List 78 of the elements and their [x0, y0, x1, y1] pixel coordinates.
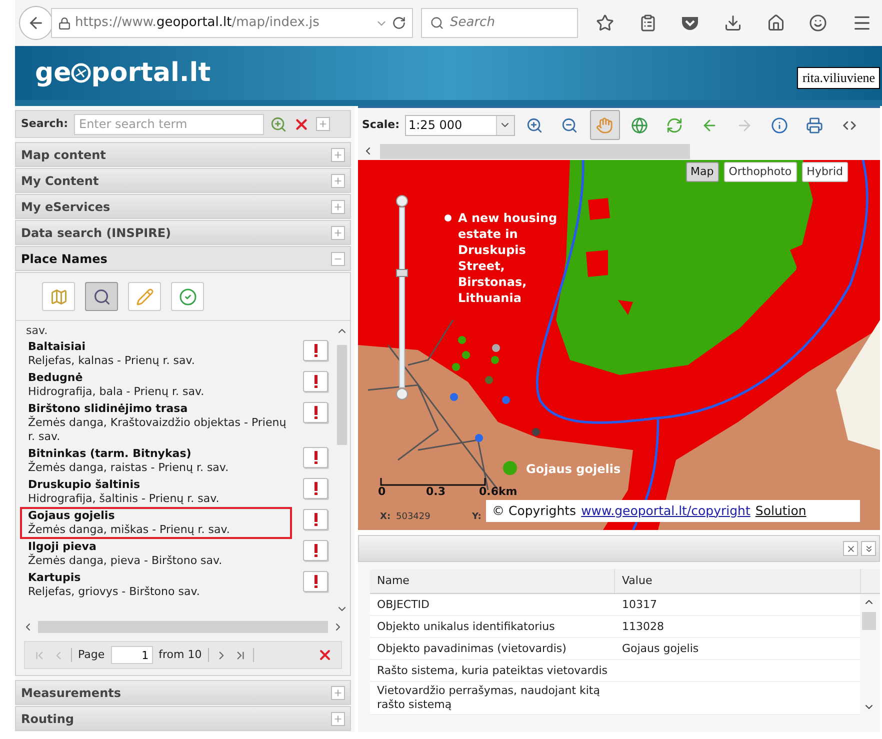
place-name: Birštono slidinėjimo trasa — [28, 402, 189, 416]
place-item[interactable]: Bedugnė Hidrografija, bala - Prienų r. sav. — [20, 369, 292, 401]
place-description: Žemės danga, Kraštovaizdžio objektas - Prienų r. sav. — [28, 416, 288, 444]
search-placeholder: Search — [450, 14, 495, 32]
table-cell-text: 113028 — [621, 620, 665, 634]
search-label: Search: — [21, 116, 68, 132]
place-description: Reljefas, kalnas - Prienų r. sav. — [28, 354, 196, 368]
map-type-tab[interactable]: Orthophoto — [724, 162, 797, 182]
logo-text: ge — [35, 56, 72, 90]
accordion-header[interactable]: Data search (INSPIRE) — [15, 220, 351, 245]
scale-bar-label: 0.6km — [479, 484, 518, 500]
user-name[interactable]: rita.viliuviene — [797, 67, 880, 89]
page-input[interactable]: 1 — [110, 646, 153, 664]
place-name: Ilgoji pieva — [28, 540, 98, 554]
map-annotation: A new housing estate in Druskupis Street, Birstonas, Lithuania — [458, 210, 558, 306]
place-name: Kartupis — [28, 571, 82, 585]
coordinate-label: X: — [380, 511, 391, 524]
section-title: Routing — [21, 710, 74, 728]
section-title: Place Names — [21, 250, 108, 268]
table-cell-text: Gojaus gojelis — [621, 642, 700, 656]
logo-text: portal.lt — [91, 56, 211, 90]
copyright-link[interactable]: www.geoportal.lt/copyright — [581, 502, 750, 520]
scale-select[interactable]: 1:25 000 — [404, 114, 514, 136]
solution-link[interactable]: Solution — [755, 502, 806, 520]
search-field[interactable]: Search — [421, 8, 578, 38]
section-title: Data search (INSPIRE) — [21, 224, 172, 242]
coordinate-label: Y: — [472, 511, 482, 524]
accordion-header[interactable]: Routing — [15, 706, 351, 731]
search-input[interactable]: Enter search term — [74, 114, 264, 134]
url-text: https://www.geoportal.lt/map/index.js — [75, 14, 320, 32]
place-description: Žemės danga, raistas - Prienų r. sav. — [28, 461, 230, 475]
table-cell-text: Objekto unikalus identifikatorius — [376, 620, 556, 634]
table-cell-text: Vietovardžio perrašymas, naudojant kitą rašto sistemą — [376, 684, 601, 712]
place-item[interactable]: Kartupis Reljefas, griovys - Birštono sav. — [20, 569, 292, 601]
place-description: Reljefas, griovys - Birštono sav. — [28, 585, 201, 599]
scale-label: Scale: — [362, 116, 400, 133]
place-item[interactable]: Ilgoji pieva Žemės danga, pieva - Birštono sav. — [20, 538, 292, 570]
column-header[interactable]: Value — [615, 569, 861, 593]
place-name: Bitninkas (tarm. Bitnykas) — [28, 447, 192, 460]
place-name: Baltaisiai — [28, 340, 87, 354]
accordion-header[interactable]: Map content — [15, 142, 351, 167]
place-name: Druskupio šaltinis — [28, 478, 142, 492]
place-item[interactable]: Druskupio šaltinis Hidrografija, šaltinis - Prienų r. sav. — [20, 476, 292, 508]
scale-bar-label: 0 — [378, 484, 386, 500]
table-cell-text: Objekto pavadinimas (vietovardis) — [376, 642, 568, 656]
place-name: Bedugnė — [28, 371, 84, 385]
place-description: Žemės danga, pieva - Birštono sav. — [28, 554, 224, 568]
place-item[interactable]: Bitninkas (tarm. Bitnykas) Žemės danga, raistas - Prienų r. sav. — [20, 445, 292, 477]
place-item[interactable]: Baltaisiai Reljefas, kalnas - Prienų r. sav. — [20, 338, 292, 370]
section-title: My Content — [21, 172, 99, 190]
site-logo[interactable]: ge portal.lt — [35, 54, 211, 92]
table-cell-text: 10317 — [621, 598, 658, 612]
column-header[interactable]: Name — [370, 569, 615, 593]
accordion-header[interactable]: My Content — [15, 168, 351, 193]
map-type-tab[interactable]: Hybrid — [802, 162, 848, 182]
section-title: Map content — [21, 146, 106, 164]
scale-bar-label: 0.3 — [426, 484, 446, 500]
accordion-header[interactable]: Measurements — [15, 680, 351, 705]
place-item[interactable]: Birštono slidinėjimo trasa Žemės danga, Kraštovaizdžio objektas - Prienų r. sav. — [20, 400, 292, 446]
map-type-tab[interactable]: Map — [686, 162, 719, 182]
place-item[interactable]: Gojaus gojelis Žemės danga, miškas - Prienų r. sav. — [20, 507, 292, 539]
table-cell-text: Rašto sistema, kuria pateiktas vietovardis — [376, 664, 609, 678]
page-count: from 10 — [158, 646, 202, 663]
copyright-text: © Copyrights — [492, 502, 576, 520]
section-title: My eServices — [21, 198, 110, 216]
place-description: Žemės danga, miškas - Prienų r. sav. — [28, 523, 231, 537]
page-label: Page — [78, 646, 105, 663]
place-description: sav. — [26, 324, 49, 337]
accordion-header[interactable]: My eServices — [15, 194, 351, 219]
place-description: Hidrografija, bala - Prienų r. sav. — [28, 385, 206, 399]
table-cell-text: OBJECTID — [376, 598, 431, 612]
place-description: Hidrografija, šaltinis - Prienų r. sav. — [28, 492, 220, 506]
section-title: Measurements — [21, 684, 121, 702]
address-bar[interactable]: https://www.geoportal.lt/map/index.js — [51, 8, 413, 38]
place-name: Gojaus gojelis — [28, 509, 116, 522]
map-feature-label: Gojaus gojelis — [526, 461, 621, 478]
coordinate-value: 503429 — [396, 511, 430, 524]
accordion-header[interactable]: Place Names — [15, 246, 351, 271]
